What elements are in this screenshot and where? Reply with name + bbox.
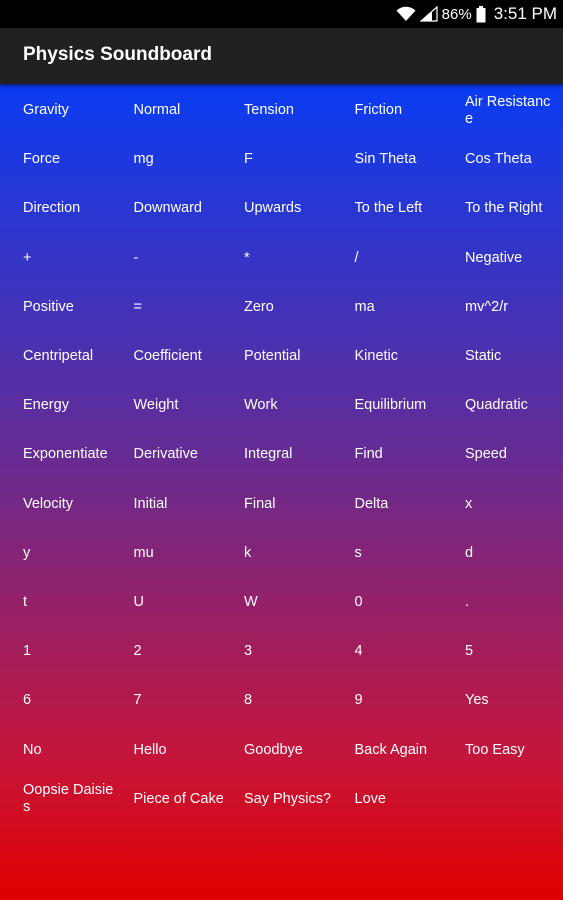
wifi-icon xyxy=(396,6,416,22)
sound-button[interactable]: Goodbye xyxy=(244,725,355,774)
sound-button[interactable]: Speed xyxy=(465,430,563,479)
battery-icon xyxy=(476,5,486,23)
sound-button[interactable]: 4 xyxy=(355,627,466,676)
sound-button[interactable]: F xyxy=(244,135,355,184)
sound-button[interactable]: U xyxy=(134,578,245,627)
soundboard: Gravity Normal Tension Friction Air Resistan… xyxy=(0,84,563,900)
sound-button[interactable]: Say Physics? xyxy=(244,775,355,824)
sound-button[interactable]: Coefficient xyxy=(134,332,245,381)
sound-button[interactable]: y xyxy=(23,529,134,578)
sound-button[interactable]: s xyxy=(355,529,466,578)
status-time: 3:51 PM xyxy=(493,4,557,23)
sound-button[interactable]: 1 xyxy=(23,627,134,676)
sound-button[interactable]: mu xyxy=(134,529,245,578)
sound-button[interactable]: Velocity xyxy=(23,480,134,529)
sound-button[interactable]: k xyxy=(244,529,355,578)
sound-button[interactable]: Oopsie Daisies xyxy=(23,775,134,824)
sound-button[interactable]: To the Right xyxy=(465,184,563,233)
sound-button[interactable]: Static xyxy=(465,332,563,381)
sound-button[interactable]: Centripetal xyxy=(23,332,134,381)
sound-button[interactable]: To the Left xyxy=(355,184,466,233)
sound-button[interactable]: 6 xyxy=(23,676,134,725)
sound-button[interactable]: d xyxy=(465,529,563,578)
sound-button[interactable]: = xyxy=(134,283,245,332)
sound-button[interactable]: / xyxy=(355,234,466,283)
status-indicators: 86% 3:51 PM xyxy=(396,0,557,28)
sound-button[interactable]: Cos Theta xyxy=(465,135,563,184)
sound-button[interactable]: Kinetic xyxy=(355,332,466,381)
sound-button[interactable]: x xyxy=(465,480,563,529)
sound-button[interactable]: Hello xyxy=(134,725,245,774)
sound-button[interactable]: Derivative xyxy=(134,430,245,479)
sound-button[interactable]: Equilibrium xyxy=(355,381,466,430)
sound-button[interactable]: Weight xyxy=(134,381,245,430)
sound-button[interactable]: 0 xyxy=(355,578,466,627)
sound-button[interactable]: - xyxy=(134,234,245,283)
sound-button[interactable]: Too Easy xyxy=(465,725,563,774)
signal-icon xyxy=(419,6,438,22)
sound-button[interactable]: Friction xyxy=(355,86,466,135)
app-bar: Physics Soundboard xyxy=(0,28,563,84)
sound-button[interactable]: mg xyxy=(134,135,245,184)
sound-button[interactable]: Sin Theta xyxy=(355,135,466,184)
sound-button[interactable]: Exponentiate xyxy=(23,430,134,479)
sound-button[interactable]: Positive xyxy=(23,283,134,332)
sound-button[interactable]: Integral xyxy=(244,430,355,479)
sound-button[interactable]: . xyxy=(465,578,563,627)
sound-button[interactable]: * xyxy=(244,234,355,283)
sound-button[interactable]: Normal xyxy=(134,86,245,135)
sound-button[interactable]: + xyxy=(23,234,134,283)
app-title: Physics Soundboard xyxy=(23,44,212,65)
battery-percent: 86% xyxy=(441,5,472,23)
sound-button[interactable]: Tension xyxy=(244,86,355,135)
sound-button[interactable]: 7 xyxy=(134,676,245,725)
sound-button[interactable]: Force xyxy=(23,135,134,184)
sound-button[interactable]: Gravity xyxy=(23,86,134,135)
sound-button[interactable]: Negative xyxy=(465,234,563,283)
sound-button[interactable]: Back Again xyxy=(355,725,466,774)
sound-button[interactable]: mv^2/r xyxy=(465,283,563,332)
sound-button[interactable]: Work xyxy=(244,381,355,430)
sound-button[interactable]: t xyxy=(23,578,134,627)
status-bar: 86% 3:51 PM xyxy=(0,0,563,28)
sound-button[interactable]: Energy xyxy=(23,381,134,430)
sound-button[interactable]: 9 xyxy=(355,676,466,725)
sound-button[interactable]: Direction xyxy=(23,184,134,233)
sound-button[interactable]: Downward xyxy=(134,184,245,233)
sound-button[interactable]: ma xyxy=(355,283,466,332)
sound-button[interactable]: W xyxy=(244,578,355,627)
sound-button[interactable]: Zero xyxy=(244,283,355,332)
sound-button[interactable]: Upwards xyxy=(244,184,355,233)
sound-button[interactable]: Air Resistance xyxy=(465,86,563,135)
sound-button[interactable]: Initial xyxy=(134,480,245,529)
sound-button[interactable]: Piece of Cake xyxy=(134,775,245,824)
sound-button[interactable]: Final xyxy=(244,480,355,529)
sound-button[interactable]: No xyxy=(23,725,134,774)
sound-button[interactable]: Love xyxy=(355,775,466,824)
sound-button[interactable]: Potential xyxy=(244,332,355,381)
sound-button[interactable]: 3 xyxy=(244,627,355,676)
sound-button[interactable]: 5 xyxy=(465,627,563,676)
sound-button[interactable]: 2 xyxy=(134,627,245,676)
sound-button[interactable]: 8 xyxy=(244,676,355,725)
sound-button[interactable]: Quadratic xyxy=(465,381,563,430)
sound-button[interactable]: Find xyxy=(355,430,466,479)
sound-button-grid: Gravity Normal Tension Friction Air Resistan… xyxy=(0,86,563,824)
sound-button[interactable]: Yes xyxy=(465,676,563,725)
sound-button[interactable]: Delta xyxy=(355,480,466,529)
